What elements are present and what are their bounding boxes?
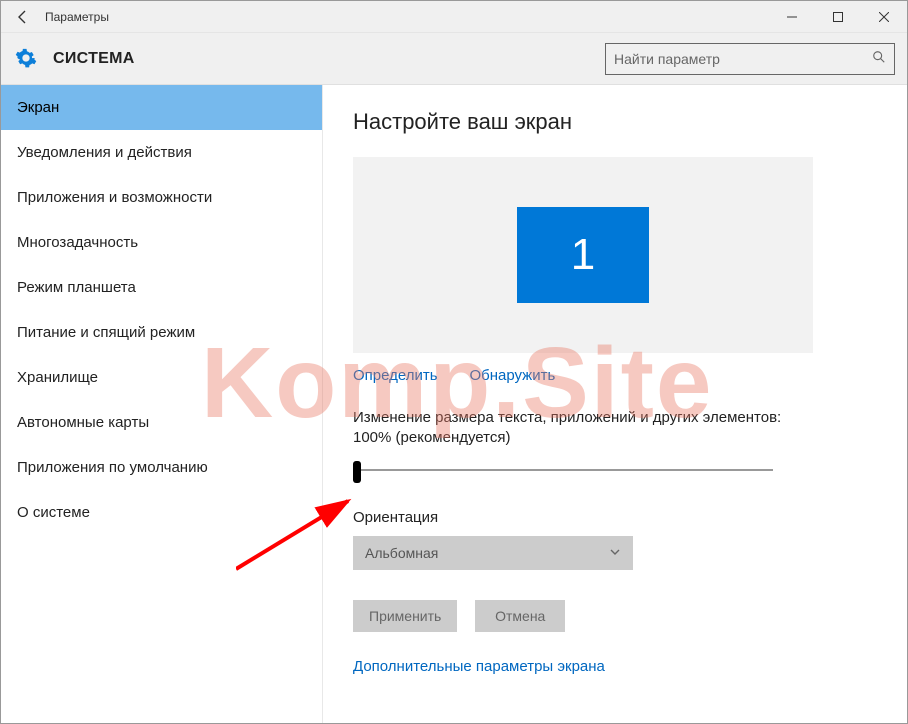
section-title: СИСТЕМА [53,50,135,68]
sidebar-item-default-apps[interactable]: Приложения по умолчанию [1,445,322,490]
sidebar-item-tablet[interactable]: Режим планшета [1,265,322,310]
search-box[interactable] [605,43,895,75]
sidebar-item-label: Автономные карты [17,414,149,431]
close-icon [879,12,889,22]
sidebar-item-label: Хранилище [17,369,98,386]
monitor-number: 1 [571,230,595,280]
sidebar-item-label: О системе [17,504,90,521]
slider-track [353,469,773,471]
slider-thumb[interactable] [353,461,361,483]
sidebar-item-apps[interactable]: Приложения и возможности [1,175,322,220]
minimize-icon [787,12,797,22]
sidebar: Экран Уведомления и действия Приложения … [1,85,323,723]
sidebar-item-label: Многозадачность [17,234,138,251]
advanced-display-link[interactable]: Дополнительные параметры экрана [353,658,605,675]
sidebar-item-notifications[interactable]: Уведомления и действия [1,130,322,175]
chevron-down-icon [609,545,621,561]
sidebar-item-label: Приложения и возможности [17,189,212,206]
sidebar-item-about[interactable]: О системе [1,490,322,535]
close-button[interactable] [861,1,907,33]
maximize-icon [833,12,843,22]
monitor-tile[interactable]: 1 [517,207,649,303]
maximize-button[interactable] [815,1,861,33]
sidebar-item-label: Приложения по умолчанию [17,459,208,476]
sidebar-item-storage[interactable]: Хранилище [1,355,322,400]
dropdown-value: Альбомная [365,545,438,561]
page-heading: Настройте ваш экран [353,109,877,135]
titlebar: Параметры [1,1,907,33]
display-preview[interactable]: 1 [353,157,813,353]
sidebar-item-label: Питание и спящий режим [17,324,195,341]
content: Настройте ваш экран 1 Определить Обнаруж… [323,85,907,723]
orientation-label: Ориентация [353,509,877,526]
orientation-dropdown[interactable]: Альбомная [353,536,633,570]
search-icon [872,50,886,67]
minimize-button[interactable] [769,1,815,33]
main: Экран Уведомления и действия Приложения … [1,85,907,723]
sidebar-item-power[interactable]: Питание и спящий режим [1,310,322,355]
detect-link[interactable]: Обнаружить [469,367,555,384]
apply-button[interactable]: Применить [353,600,457,632]
header: СИСТЕМА [1,33,907,85]
search-input[interactable] [614,51,866,67]
identify-link[interactable]: Определить [353,367,438,384]
scale-slider[interactable] [353,459,773,483]
back-button[interactable] [1,1,45,33]
sidebar-item-label: Уведомления и действия [17,144,192,161]
cancel-button[interactable]: Отмена [475,600,565,632]
sidebar-item-label: Экран [17,99,59,116]
gear-icon [15,47,39,71]
window-title: Параметры [45,10,109,24]
sidebar-item-display[interactable]: Экран [1,85,322,130]
scale-label: Изменение размера текста, приложений и д… [353,408,823,449]
sidebar-item-offline-maps[interactable]: Автономные карты [1,400,322,445]
back-arrow-icon [15,9,31,25]
display-actions: Определить Обнаружить [353,367,877,384]
button-row: Применить Отмена [353,600,877,632]
sidebar-item-multitasking[interactable]: Многозадачность [1,220,322,265]
sidebar-item-label: Режим планшета [17,279,136,296]
